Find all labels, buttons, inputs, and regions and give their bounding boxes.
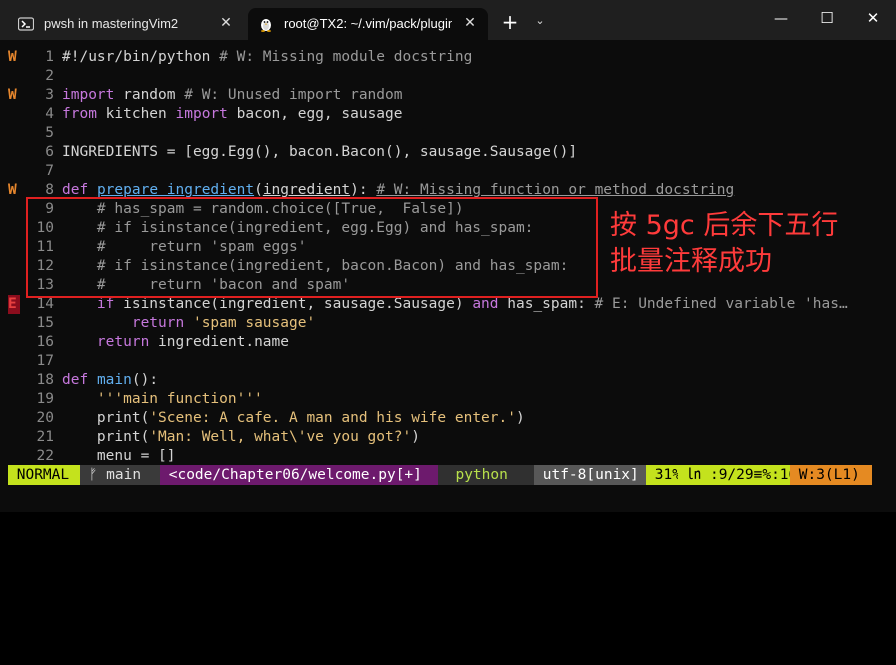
line-number: 1 xyxy=(45,49,54,65)
code-text[interactable]: INGREDIENTS = [egg.Egg(), bacon.Bacon(),… xyxy=(62,143,888,162)
line-number: 18 xyxy=(36,372,54,388)
tab-label: root@TX2: ~/.vim/pack/plugin xyxy=(284,16,452,31)
code-line[interactable]: 15 return 'spam sausage' xyxy=(0,314,896,333)
code-line[interactable]: 6 INGREDIENTS = [egg.Egg(), bacon.Bacon()… xyxy=(0,143,896,162)
line-number: 21 xyxy=(36,429,54,445)
vim-statusline: NORMAL ᚠ main <code/Chapter06/welcome.py… xyxy=(8,465,872,485)
tab-label: pwsh in masteringVim2 xyxy=(44,16,179,31)
maximize-button[interactable]: ☐ xyxy=(812,8,842,32)
mode-indicator: NORMAL xyxy=(8,465,80,485)
code-line[interactable]: 20 print('Scene: A cafe. A man and his w… xyxy=(0,409,896,428)
annotation-line: 批量注释成功 xyxy=(610,246,772,277)
code-line[interactable]: 5 xyxy=(0,124,896,143)
close-icon: ✕ xyxy=(866,9,880,27)
code-text[interactable]: print('Scene: A cafe. A man and his wife… xyxy=(62,409,888,428)
linux-penguin-icon xyxy=(261,19,271,32)
code-line[interactable]: 18 def main(): xyxy=(0,371,896,390)
code-text[interactable]: return 'spam sausage' xyxy=(62,314,888,333)
line-number: 2 xyxy=(45,68,54,84)
tab-root-tx2[interactable]: root@TX2: ~/.vim/pack/plugin ✕ xyxy=(248,8,488,40)
code-line[interactable]: W 3 import random # W: Unused import rando… xyxy=(0,86,896,105)
code-line[interactable]: W 1 #!/usr/bin/python # W: Missing module … xyxy=(0,48,896,67)
annotation-line: 按 5gc 后余下五行 xyxy=(610,210,839,241)
code-line[interactable]: 2 xyxy=(0,67,896,86)
code-line[interactable]: 16 return ingredient.name xyxy=(0,333,896,352)
file-name: <code/Chapter06/welcome.py[+] xyxy=(160,465,438,485)
code-text[interactable]: menu = [] xyxy=(62,447,888,466)
code-text[interactable]: '''main function''' xyxy=(62,390,888,409)
code-line[interactable]: 21 print('Man: Well, what\'ve you got?') xyxy=(0,428,896,447)
tab-pwsh[interactable]: pwsh in masteringVim2 ✕ xyxy=(8,8,244,40)
powershell-icon xyxy=(18,17,34,31)
annotation-text: 按 5gc 后余下五行 批量注释成功 xyxy=(610,208,838,280)
code-line[interactable]: 4 from kitchen import bacon, egg, sausage xyxy=(0,105,896,124)
line-number: 6 xyxy=(45,144,54,160)
chevron-down-icon[interactable]: ⌄ xyxy=(532,14,548,30)
file-type: python xyxy=(438,465,534,485)
code-text[interactable]: return ingredient.name xyxy=(62,333,888,352)
line-number: 19 xyxy=(36,391,54,407)
error-sign: E xyxy=(8,295,20,314)
file-encoding: utf-8[unix] xyxy=(534,465,648,485)
minimize-button[interactable]: — xyxy=(766,8,796,32)
line-number: 7 xyxy=(45,163,54,179)
title-bar: pwsh in masteringVim2 ✕ root@TX2: ~/.vim… xyxy=(0,0,896,40)
warning-sign: W xyxy=(8,49,17,65)
line-number: 5 xyxy=(45,125,54,141)
line-number: 16 xyxy=(36,334,54,350)
close-window-button[interactable]: ✕ xyxy=(858,8,888,32)
line-number: 20 xyxy=(36,410,54,426)
code-line[interactable]: 17 xyxy=(0,352,896,371)
code-text[interactable]: #!/usr/bin/python # W: Missing module do… xyxy=(62,48,888,67)
warning-sign: W xyxy=(8,182,17,198)
new-tab-button[interactable]: + xyxy=(500,12,520,32)
warning-sign: W xyxy=(8,87,17,103)
terminal-pane[interactable]: W 1 #!/usr/bin/python # W: Missing module … xyxy=(0,40,896,512)
warning-count: W:3(L1) xyxy=(790,465,872,485)
highlight-box xyxy=(26,197,598,298)
close-tab-icon[interactable]: ✕ xyxy=(462,14,478,30)
code-line[interactable]: 19 '''main function''' xyxy=(0,390,896,409)
git-branch: ᚠ main xyxy=(80,465,160,485)
maximize-icon: ☐ xyxy=(820,9,834,27)
code-line[interactable]: 22 menu = [] xyxy=(0,447,896,466)
code-text[interactable]: import random # W: Unused import random xyxy=(62,86,888,105)
close-tab-icon[interactable]: ✕ xyxy=(218,14,234,30)
line-number: 3 xyxy=(45,87,54,103)
code-text[interactable]: from kitchen import bacon, egg, sausage xyxy=(62,105,888,124)
line-number: 17 xyxy=(36,353,54,369)
code-text[interactable]: print('Man: Well, what\'ve you got?') xyxy=(62,428,888,447)
scroll-percent: 31% xyxy=(646,465,690,485)
minimize-icon: — xyxy=(774,11,788,27)
line-number: 22 xyxy=(36,448,54,464)
line-number: 4 xyxy=(45,106,54,122)
code-line[interactable]: 7 xyxy=(0,162,896,181)
line-number: 15 xyxy=(36,315,54,331)
code-text[interactable]: def main(): xyxy=(62,371,888,390)
cursor-position: ㏑ :9/29≡%:16 xyxy=(678,465,806,485)
